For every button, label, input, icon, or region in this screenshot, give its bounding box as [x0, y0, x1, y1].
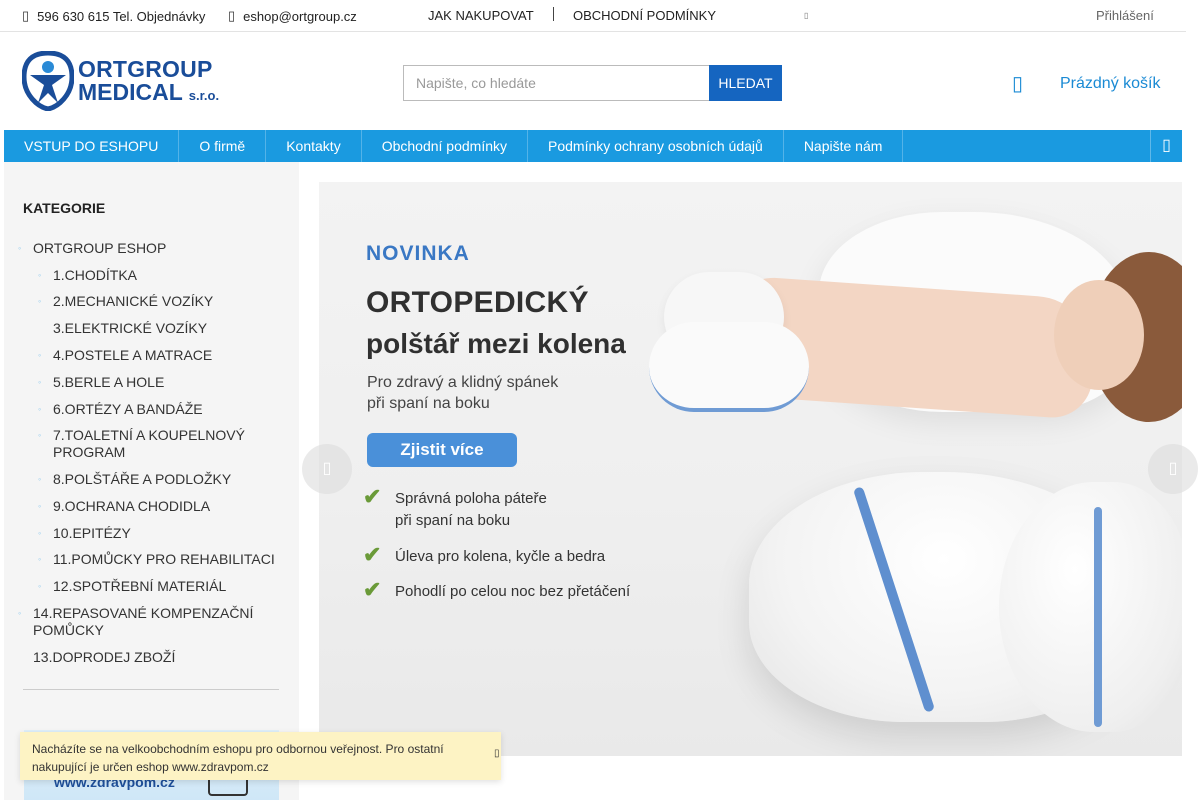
bullet-icon: ◦ — [38, 350, 42, 360]
bullet-icon: ◦ — [38, 501, 42, 511]
category-item[interactable]: ◦ 1.CHODÍTKA — [38, 267, 137, 284]
logo-emblem-icon — [22, 51, 74, 111]
hero-title-2: polštář mezi kolena — [366, 328, 626, 359]
email-text: eshop@ortgroup.cz — [243, 8, 357, 24]
slider-prev-arrow-icon[interactable]: ▯ — [302, 444, 352, 494]
hero-slider[interactable]: NOVINKA ORTOPEDICKÝ polštář mezi kolena … — [319, 182, 1182, 756]
bullet-icon: ◦ — [38, 270, 42, 280]
hero-cta-button[interactable]: Zjistit více — [367, 433, 517, 467]
search-input[interactable] — [403, 65, 709, 101]
email-contact[interactable]: ▯ eshop@ortgroup.cz — [228, 8, 357, 24]
menu-item-privacy[interactable]: Podmínky ochrany osobních údajů — [528, 130, 784, 162]
bullet-icon: ◦ — [38, 404, 42, 414]
cart-label: Prázdný košík — [1060, 75, 1161, 92]
hero-subtitle: Pro zdravý a klidný spánek — [367, 374, 559, 391]
hero-subtitle-2: při spaní na boku — [367, 395, 490, 412]
menu-item-write-us[interactable]: Napište nám — [784, 130, 904, 162]
sidebar-title: KATEGORIE — [23, 200, 106, 216]
nav-how-to-buy[interactable]: JAK NAKUPOVAT — [428, 8, 534, 23]
bullet-icon: ◦ — [38, 554, 42, 564]
check-icon: ✔ — [363, 577, 382, 602]
search-button[interactable]: HLEDAT — [709, 65, 782, 101]
bullet-icon: ◦ — [38, 474, 42, 484]
category-item[interactable]: ◦ 6.ORTÉZY A BANDÁŽE — [38, 401, 203, 418]
hero-badge: NOVINKA — [366, 242, 470, 265]
dropdown-icon[interactable]: ▯ — [804, 11, 808, 20]
phone-icon: ▯ — [22, 8, 30, 23]
cart[interactable]: ▯ Prázdný košík — [1012, 70, 1160, 98]
logo[interactable]: ORTGROUP MEDICAL s.r.o. — [22, 50, 227, 112]
wholesale-notice: Nacházíte se na velkoobchodním eshopu pr… — [20, 732, 501, 780]
sidebar: KATEGORIE ◦ ORTGROUP ESHOP ◦ 1.CHODÍTKA ◦ 2… — [4, 162, 299, 800]
cart-icon: ▯ — [1012, 73, 1024, 95]
menu-item-contacts[interactable]: Kontakty — [266, 130, 362, 162]
hero-feature: Správná poloha páteře — [395, 490, 547, 507]
category-item[interactable]: ◦ ORTGROUP ESHOP — [18, 240, 166, 257]
menu-item-about[interactable]: O firmě — [179, 130, 267, 162]
bullet-icon: ◦ — [18, 608, 22, 618]
hero-image — [319, 182, 1182, 756]
page: ▯ 596 630 615 Tel. Objednávky ▯ eshop@or… — [0, 0, 1200, 800]
menu-item-eshop[interactable]: VSTUP DO ESHOPU — [4, 130, 180, 162]
category-item[interactable]: ◦ 12.SPOTŘEBNÍ MATERIÁL — [38, 578, 226, 595]
sidebar-divider — [23, 689, 279, 690]
logo-suffix: s.r.o. — [188, 88, 220, 103]
hero-feature: při spaní na boku — [395, 512, 511, 529]
hero-title: ORTOPEDICKÝ — [366, 286, 589, 319]
category-item[interactable]: ◦ 7.TOALETNÍ A KOUPELNOVÝ PROGRAM — [38, 427, 263, 461]
login-link[interactable]: Přihlášení — [1096, 8, 1154, 23]
category-item[interactable]: ◦ 4.POSTELE A MATRACE — [38, 347, 212, 364]
bullet-icon: ◦ — [38, 430, 42, 440]
search-bar: HLEDAT — [403, 65, 782, 101]
category-item[interactable]: 3.ELEKTRICKÉ VOZÍKY — [53, 320, 207, 337]
notice-text: Nacházíte se na velkoobchodním eshopu pr… — [32, 742, 444, 774]
bullet-icon: ◦ — [38, 528, 42, 538]
slider-next-arrow-icon[interactable]: ▯ — [1148, 444, 1198, 494]
menu-item-terms[interactable]: Obchodní podmínky — [362, 130, 528, 162]
hero-feature: Úleva pro kolena, kyčle a bedra — [395, 548, 606, 565]
bullet-icon: ◦ — [38, 296, 42, 306]
nav-separator — [553, 7, 554, 21]
menu-icon[interactable]: ▯ — [1150, 130, 1182, 162]
main-menu: VSTUP DO ESHOPU O firmě Kontakty Obchodn… — [4, 130, 1182, 162]
mail-icon: ▯ — [228, 8, 236, 23]
category-item[interactable]: ◦ 2.MECHANICKÉ VOZÍKY — [38, 293, 213, 310]
category-item[interactable]: ◦ 9.OCHRANA CHODIDLA — [38, 498, 210, 515]
category-item[interactable]: ◦ 11.POMŮCKY PRO REHABILITACI — [38, 551, 275, 568]
hero-feature: Pohodlí po celou noc bez přetáčení — [395, 583, 631, 600]
nav-terms[interactable]: OBCHODNÍ PODMÍNKY — [573, 8, 716, 23]
bullet-icon: ◦ — [18, 243, 22, 253]
bullet-icon: ◦ — [38, 581, 42, 591]
check-icon: ✔ — [363, 484, 382, 509]
phone-text: 596 630 615 Tel. Objednávky — [37, 8, 206, 24]
bullet-icon: ◦ — [38, 377, 42, 387]
category-item[interactable]: ◦ 8.POLŠTÁŘE A PODLOŽKY — [38, 471, 231, 488]
category-item[interactable]: 13.DOPRODEJ ZBOŽÍ — [33, 649, 175, 666]
check-icon: ✔ — [363, 542, 382, 567]
category-item[interactable]: ◦ 14.REPASOVANÉ KOMPENZAČNÍ POMŮCKY — [18, 605, 273, 639]
close-icon[interactable]: ▯ — [494, 748, 500, 759]
category-item[interactable]: ◦ 5.BERLE A HOLE — [38, 374, 164, 391]
category-item[interactable]: ◦ 10.EPITÉZY — [38, 525, 131, 542]
logo-line2: MEDICAL — [78, 79, 183, 105]
top-bar: ▯ 596 630 615 Tel. Objednávky ▯ eshop@or… — [0, 0, 1186, 32]
phone-contact[interactable]: ▯ 596 630 615 Tel. Objednávky — [22, 8, 205, 24]
logo-line1: ORTGROUP — [78, 56, 213, 82]
